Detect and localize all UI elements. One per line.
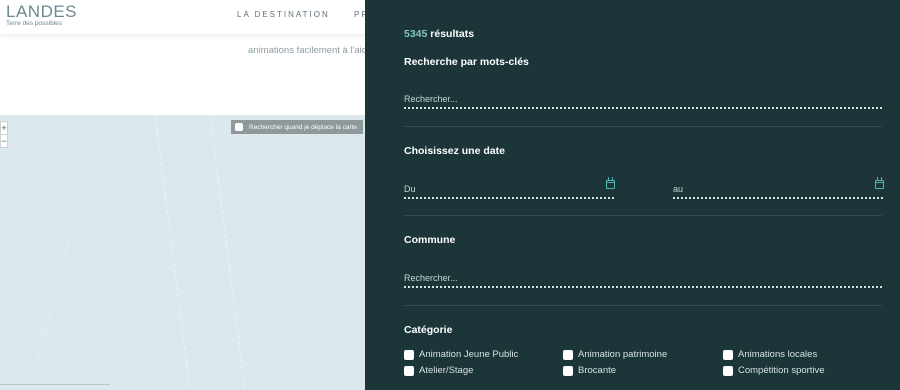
logo-tagline: Terre des possibles [6, 20, 62, 27]
category-label: Brocante [578, 365, 617, 376]
site-logo[interactable]: LANDES Terre des possibles [6, 2, 77, 27]
filter-panel: 5345 résultats Recherche par mots-clés R… [365, 0, 900, 390]
divider [404, 305, 882, 306]
date-title: Choisissez une date [404, 145, 505, 157]
category-label: Compétition sportive [738, 365, 825, 376]
results-count: 5345 résultats [404, 28, 474, 40]
logo-text: LANDES [6, 2, 78, 21]
map-zoom-control: + − [0, 121, 8, 148]
commune-placeholder: Rechercher... [404, 273, 458, 283]
category-label: Animation patrimoine [578, 349, 668, 360]
zoom-out-button[interactable]: − [1, 134, 7, 147]
category-label: Animation Jeune Public [419, 349, 519, 360]
calendar-icon[interactable] [606, 177, 615, 189]
category-checkbox[interactable] [723, 365, 733, 376]
commune-underline [404, 286, 882, 288]
events-map[interactable]: + − Rechercher quand je déplace la carte [0, 115, 365, 390]
divider [404, 215, 882, 216]
search-on-move-label: Rechercher quand je déplace la carte [249, 123, 358, 131]
map-footer-line [0, 384, 110, 390]
date-from-label: Du [404, 184, 416, 194]
nav-item-destination[interactable]: LA DESTINATION [237, 10, 330, 19]
date-from-field[interactable]: Du [404, 177, 615, 199]
keywords-title: Recherche par mots-clés [404, 56, 529, 68]
map-roads [0, 115, 246, 390]
category-title: Catégorie [404, 324, 453, 336]
results-label: résultats [430, 28, 475, 40]
category-option[interactable]: Animation Jeune Public [404, 349, 518, 360]
results-number: 5345 [404, 28, 428, 40]
category-option[interactable]: Atelier/Stage [404, 365, 473, 376]
category-checkbox[interactable] [563, 349, 573, 360]
category-option[interactable]: Brocante [563, 365, 616, 376]
date-to-label: au [673, 184, 684, 194]
category-label: Atelier/Stage [419, 365, 474, 376]
category-checkbox[interactable] [404, 349, 414, 360]
commune-input[interactable]: Rechercher... [404, 268, 882, 288]
zoom-in-button[interactable]: + [1, 122, 7, 134]
keywords-input[interactable]: Rechercher... [404, 89, 882, 109]
commune-title: Commune [404, 234, 456, 246]
search-on-move-checkbox[interactable] [235, 123, 243, 131]
category-option[interactable]: Compétition sportive [723, 365, 825, 376]
divider [404, 126, 882, 127]
category-checkbox[interactable] [563, 365, 573, 376]
category-label: Animations locales [738, 349, 818, 360]
calendar-icon[interactable] [875, 177, 884, 189]
search-on-move-toggle[interactable]: Rechercher quand je déplace la carte [231, 120, 364, 134]
keywords-placeholder: Rechercher... [404, 94, 458, 104]
category-checkbox[interactable] [723, 349, 733, 360]
category-option[interactable]: Animation patrimoine [563, 349, 667, 360]
category-checkbox[interactable] [404, 365, 414, 376]
category-option[interactable]: Animations locales [723, 349, 817, 360]
date-to-underline [673, 197, 883, 199]
date-from-underline [404, 197, 614, 199]
keywords-underline [404, 107, 882, 109]
date-to-field[interactable]: au [673, 177, 884, 199]
